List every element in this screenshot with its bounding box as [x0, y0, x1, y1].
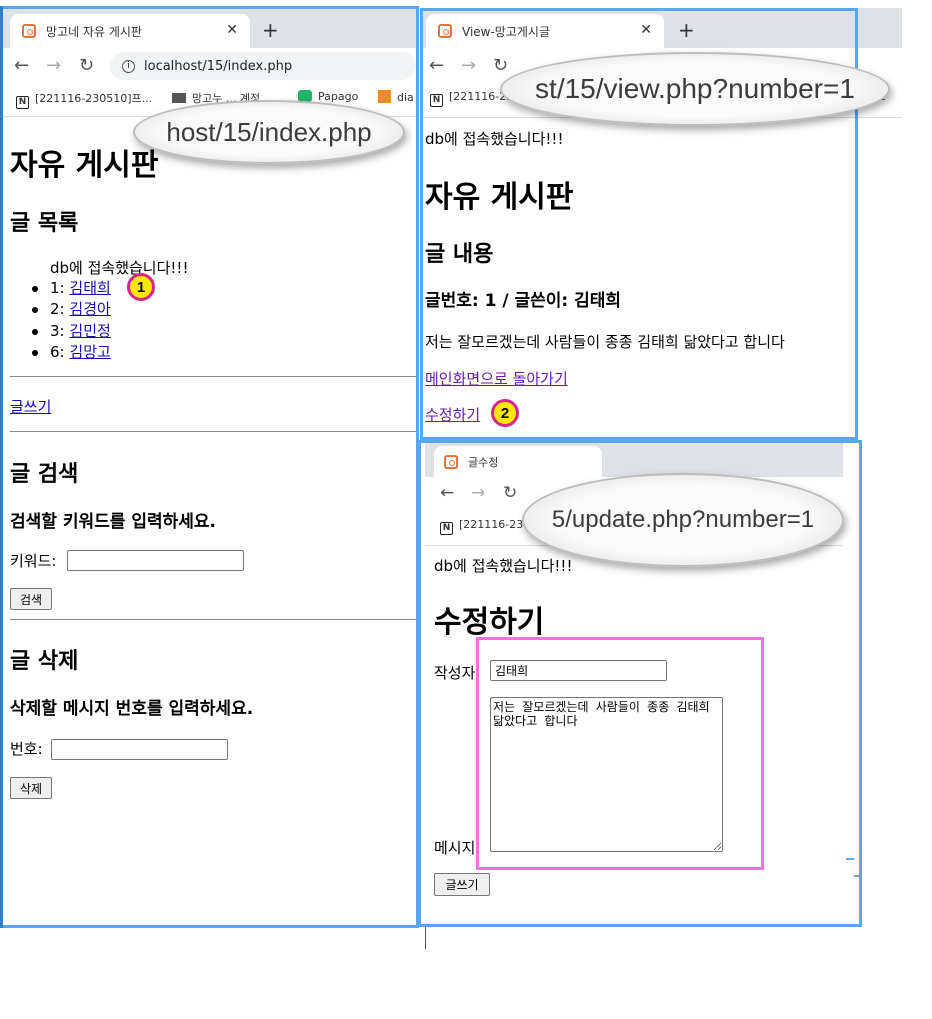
frame-tick: [854, 875, 862, 877]
vertical-guide: [425, 927, 426, 949]
left-url-magnifier: host/15/index.php: [133, 100, 405, 164]
view-url-magnifier: st/15/view.php?number=1: [500, 52, 890, 126]
update-url-magnifier: 5/update.php?number=1: [522, 473, 844, 567]
frame-tick: [846, 858, 854, 860]
left-frame-edge: [0, 6, 3, 928]
